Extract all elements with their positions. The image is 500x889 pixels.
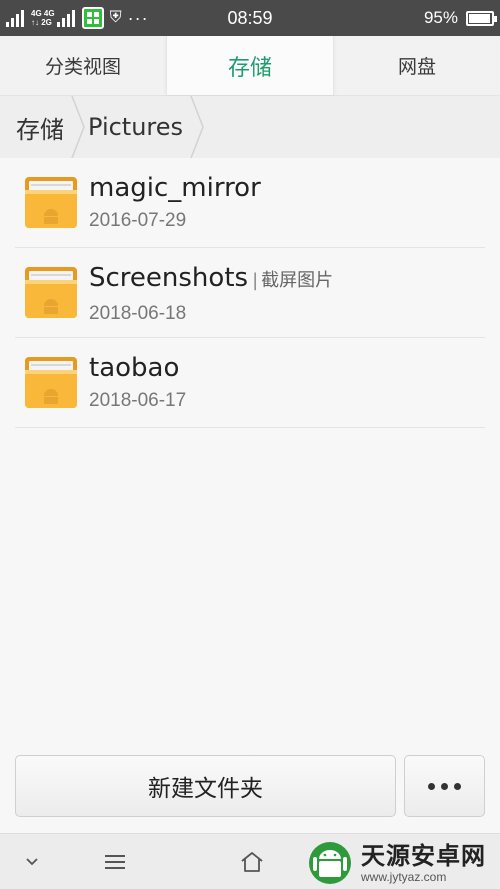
folder-name: magic_mirror [89, 173, 261, 203]
folder-name: taobao [89, 353, 180, 383]
folder-date: 2018-06-17 [89, 390, 187, 411]
breadcrumb-pictures[interactable]: Pictures [86, 96, 189, 158]
signal-icon-2 [56, 9, 75, 27]
home-icon [241, 852, 263, 872]
file-list: magic_mirror 2016-07-29 Screenshots截屏图片 … [0, 158, 500, 428]
collapse-button[interactable] [2, 834, 62, 889]
watermark-logo [309, 841, 351, 884]
battery-percent: 95% [423, 8, 458, 27]
folder-date: 2018-06-18 [89, 303, 187, 324]
more-options-button[interactable] [404, 755, 485, 817]
watermark: 天源安卓网 www.jytyaz.com [305, 836, 500, 889]
folder-tag: 截屏图片 [252, 270, 333, 291]
menu-button[interactable] [85, 834, 145, 889]
more-notifications-icon: ··· [127, 7, 149, 28]
tab-cloud-drive[interactable]: 网盘 [334, 36, 500, 95]
folder-icon [25, 357, 77, 408]
menu-icon [105, 855, 125, 869]
chevron-down-icon [26, 858, 38, 866]
shield-icon: ⛨ [109, 9, 122, 26]
folder-icon [25, 177, 77, 228]
app-notification-icon [81, 7, 104, 29]
tab-categories[interactable]: 分类视图 [0, 36, 166, 95]
folder-row-screenshots[interactable]: Screenshots截屏图片 2018-06-18 [0, 248, 500, 338]
folder-row-taobao[interactable]: taobao 2018-06-17 [0, 338, 500, 428]
breadcrumb-separator [70, 96, 86, 158]
folder-date: 2016-07-29 [89, 210, 187, 231]
breadcrumb-separator [189, 96, 205, 158]
folder-name-line: Screenshots截屏图片 [89, 260, 333, 299]
tab-bar: 分类视图 存储 网盘 [0, 36, 500, 96]
home-button[interactable] [222, 834, 282, 889]
more-dot-icon [454, 782, 461, 790]
breadcrumb: 存储 Pictures [0, 96, 500, 158]
breadcrumb-storage[interactable]: 存储 [0, 96, 70, 158]
more-dot-icon [428, 782, 435, 790]
watermark-url: www.jytyaz.com [361, 869, 447, 884]
folder-name: Screenshots [89, 263, 249, 293]
signal-icon [6, 9, 24, 27]
new-folder-button[interactable]: 新建文件夹 [15, 755, 396, 817]
tab-storage[interactable]: 存储 [166, 36, 334, 95]
watermark-title: 天源安卓网 [361, 841, 486, 870]
status-bar: 4G 4G ↑↓ 2G ⛨ ··· 08:59 95% [0, 0, 500, 36]
more-dot-icon [441, 782, 448, 790]
battery-icon [466, 10, 497, 26]
folder-row-magic-mirror[interactable]: magic_mirror 2016-07-29 [0, 158, 500, 248]
folder-icon [25, 267, 77, 318]
network-indicator: 4G 4G ↑↓ 2G [31, 9, 55, 27]
